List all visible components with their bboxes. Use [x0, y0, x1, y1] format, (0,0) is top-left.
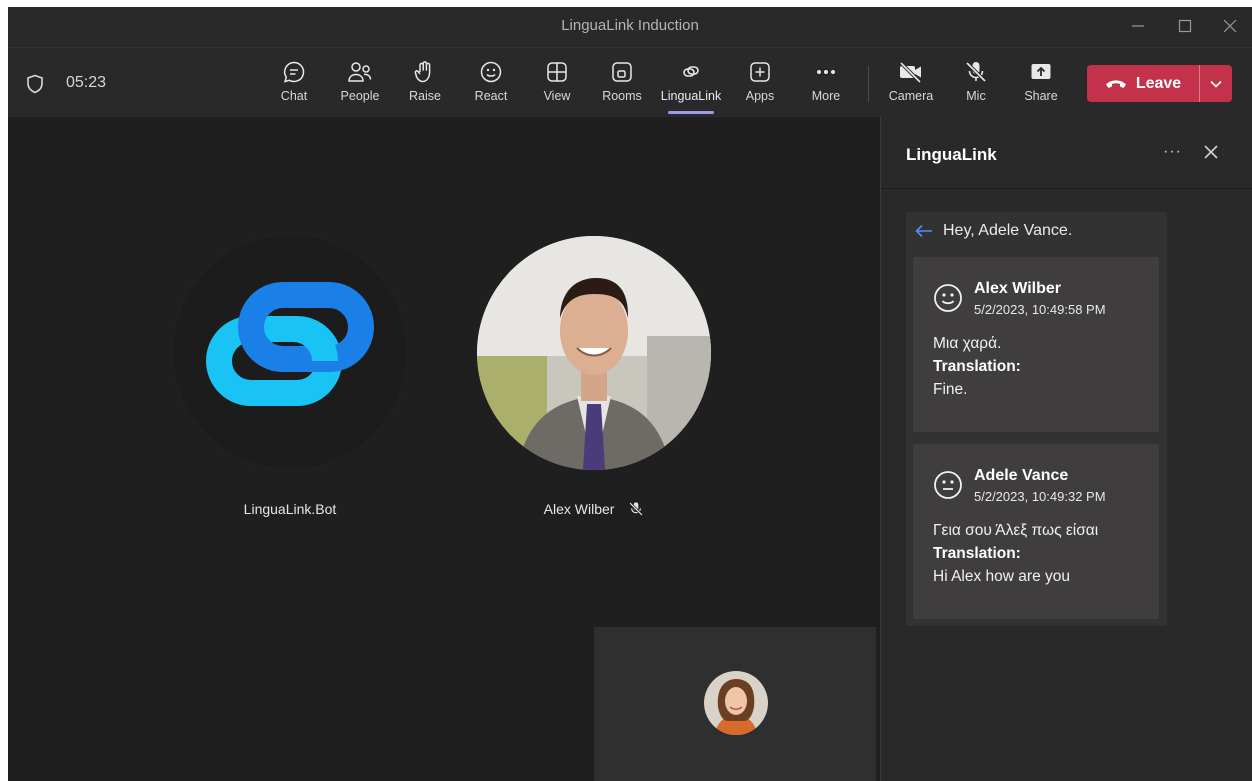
panel-header: LinguaLink ···: [881, 117, 1252, 189]
rooms-icon: [612, 62, 632, 82]
window-title: LinguaLink Induction: [561, 17, 699, 34]
mic-off-icon: [965, 61, 987, 83]
panel-title: LinguaLink: [906, 145, 997, 164]
shield-icon[interactable]: [26, 74, 44, 94]
mic-off-icon: [629, 502, 644, 516]
rooms-label: Rooms: [602, 89, 642, 103]
lingualink-app-icon: [683, 66, 699, 77]
raise-label: Raise: [409, 89, 441, 103]
camera-label: Camera: [888, 89, 934, 103]
meeting-timer: 05:23: [66, 74, 107, 91]
translation-label: Translation:: [933, 358, 1021, 375]
mic-button[interactable]: Mic: [947, 60, 1005, 112]
close-window-button[interactable]: [1210, 11, 1250, 41]
chat-icon: [283, 61, 305, 83]
mic-label: Mic: [966, 89, 986, 103]
participant-name-alex: Alex Wilber: [494, 501, 694, 517]
lingualink-label: LinguaLink: [660, 89, 722, 103]
react-button[interactable]: React: [462, 60, 520, 112]
smiley-icon: [480, 61, 502, 83]
leave-options-button[interactable]: [1200, 65, 1232, 102]
bot-avatar[interactable]: [173, 235, 407, 469]
card-header: Hey, Adele Vance.: [914, 222, 1072, 240]
close-panel-icon[interactable]: [1203, 144, 1219, 160]
participant-name-bot: LinguaLink.Bot: [243, 501, 337, 517]
message-author: Alex Wilber: [974, 280, 1061, 297]
share-button[interactable]: Share: [1012, 60, 1070, 112]
more-label: More: [811, 89, 841, 103]
leave-button[interactable]: Leave: [1087, 65, 1199, 102]
lingualink-panel: LinguaLink ··· Hey, Adele Vance. Alex Wi…: [880, 117, 1252, 781]
close-icon: [1223, 19, 1237, 33]
title-bar: LinguaLink Induction: [8, 7, 1252, 47]
chat-label: Chat: [280, 89, 308, 103]
maximize-icon: [1178, 19, 1192, 33]
apps-label: Apps: [745, 89, 775, 103]
react-label: React: [474, 89, 508, 103]
more-icon: [817, 70, 835, 74]
hand-icon: [414, 61, 431, 83]
camera-off-icon: [899, 61, 922, 84]
maximize-button[interactable]: [1165, 11, 1205, 41]
lingualink-app-button[interactable]: LinguaLink: [660, 60, 722, 114]
apps-button[interactable]: Apps: [731, 60, 789, 112]
panel-more-options-icon[interactable]: ···: [1163, 143, 1182, 161]
message-author: Adele Vance: [974, 467, 1069, 484]
view-button[interactable]: View: [528, 60, 586, 112]
original-text: Γεια σου Άλεξ πως είσαι: [933, 522, 1099, 539]
chevron-down-icon: [1210, 80, 1222, 88]
message-timestamp: 5/2/2023, 10:49:58 PM: [974, 302, 1106, 317]
message-timestamp: 5/2/2023, 10:49:32 PM: [974, 489, 1106, 504]
meeting-stage: LinguaLink.Bot Alex Wilber: [8, 117, 880, 781]
person-photo-icon: [704, 671, 768, 735]
people-label: People: [340, 89, 380, 103]
self-view-tile[interactable]: [594, 627, 876, 781]
smiley-icon: [934, 284, 962, 312]
raise-hand-button[interactable]: Raise: [396, 60, 454, 112]
back-arrow-icon[interactable]: [914, 223, 934, 239]
active-tab-indicator: [668, 111, 714, 114]
original-text: Μια χαρά.: [933, 335, 1002, 352]
people-button[interactable]: People: [331, 60, 389, 112]
greeting-text: Hey, Adele Vance.: [943, 222, 1073, 239]
translation-label: Translation:: [933, 545, 1021, 562]
rooms-button[interactable]: Rooms: [593, 60, 651, 112]
person-photo-icon: [477, 236, 711, 470]
lingualink-logo-icon: [206, 282, 374, 406]
neutral-face-icon: [934, 471, 962, 499]
chat-button[interactable]: Chat: [265, 60, 323, 112]
leave-button-group: Leave: [1087, 65, 1232, 102]
more-button[interactable]: More: [797, 60, 855, 112]
minimize-icon: [1132, 25, 1144, 27]
people-icon: [348, 62, 372, 82]
translated-text: Hi Alex how are you: [933, 568, 1070, 585]
participant-name-alex-text: Alex Wilber: [543, 501, 615, 517]
meeting-window: LinguaLink Induction 05:23 Chat People R…: [8, 7, 1252, 781]
translation-card: Hey, Adele Vance. Alex Wilber 5/2/2023, …: [906, 212, 1167, 626]
view-label: View: [543, 89, 571, 103]
share-screen-icon: [1031, 64, 1051, 79]
grid-view-icon: [547, 62, 567, 82]
message-card: Alex Wilber 5/2/2023, 10:49:58 PM Μια χα…: [913, 257, 1159, 432]
translated-text: Fine.: [933, 381, 968, 398]
minimize-button[interactable]: [1118, 11, 1158, 41]
add-app-icon: [750, 62, 770, 82]
leave-label: Leave: [1135, 74, 1182, 92]
share-label: Share: [1024, 89, 1058, 103]
message-card: Adele Vance 5/2/2023, 10:49:32 PM Γεια σ…: [913, 444, 1159, 619]
alex-wilber-avatar[interactable]: [477, 236, 711, 470]
self-avatar: [704, 671, 768, 735]
toolbar-divider: [868, 66, 869, 102]
hang-up-icon: [1105, 79, 1126, 88]
meeting-toolbar: 05:23 Chat People Raise React View Rooms…: [8, 47, 1252, 117]
camera-button[interactable]: Camera: [882, 60, 940, 112]
